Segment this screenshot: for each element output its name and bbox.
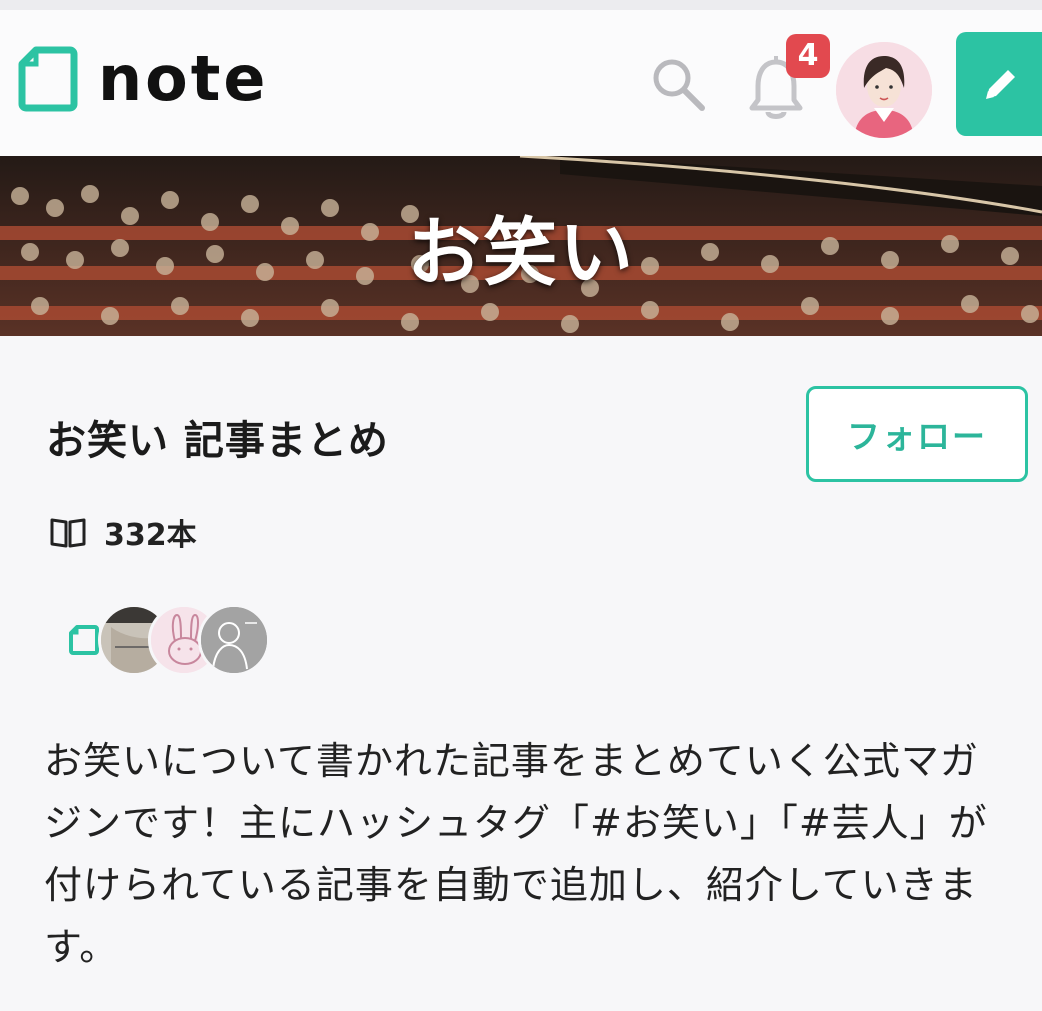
post-button[interactable] [956, 32, 1042, 136]
writer-avatars [48, 604, 288, 680]
magazine-title: お笑い 記事まとめ [46, 418, 389, 464]
logo-text: note [98, 42, 269, 115]
note-logo[interactable]: note [18, 46, 268, 112]
top-strip [0, 0, 1042, 10]
pencil-icon [986, 70, 1015, 99]
banner-title: お笑い [407, 209, 635, 296]
magazine-description: お笑いについて書かれた記事をまとめていく公式マガジンです！主にハッシュタグ「#お… [44, 739, 988, 969]
writer-avatar-3[interactable] [198, 604, 270, 676]
book-icon [50, 518, 86, 548]
follow-button[interactable]: フォロー [806, 386, 1028, 482]
magazine-banner: お笑い [0, 156, 1042, 336]
user-avatar[interactable] [836, 42, 932, 138]
note-logo-icon [18, 46, 78, 112]
notification-badge: 4 [786, 34, 830, 78]
article-count-text: 332本 [104, 518, 197, 553]
article-count: 332本 [48, 510, 197, 554]
app-header: note 4 [0, 10, 1042, 156]
search-icon[interactable] [648, 54, 708, 114]
